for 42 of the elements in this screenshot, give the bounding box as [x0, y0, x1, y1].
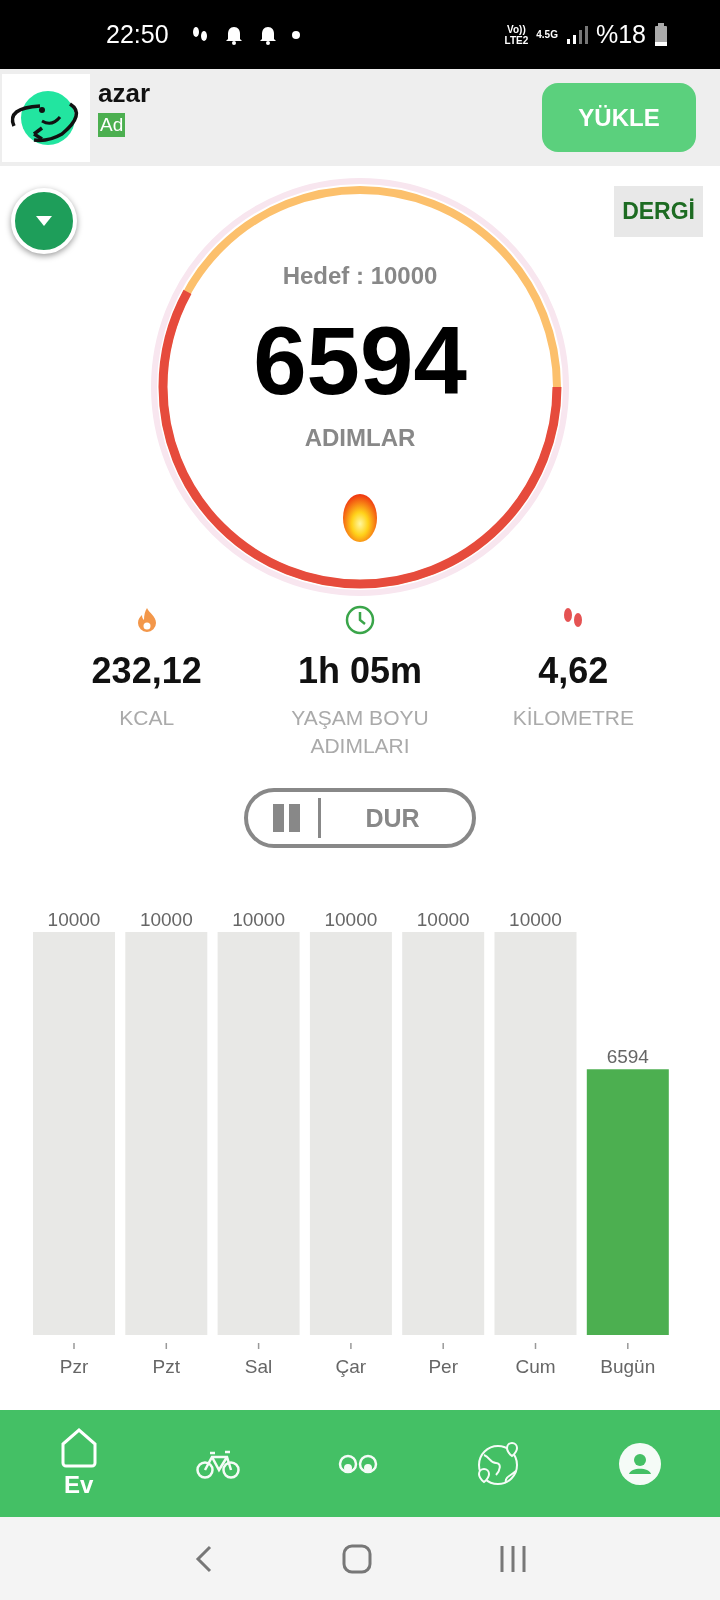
signal-icon — [565, 24, 588, 45]
stat-label: YAŞAM BOYU ADIMLARI — [290, 705, 430, 759]
steps-label: ADIMLAR — [304, 423, 416, 452]
magazine-button[interactable]: DERGİ — [614, 186, 703, 237]
day-label: Pzr — [59, 1356, 89, 1377]
clock-icon — [344, 604, 376, 636]
bar-value: 10000 — [232, 910, 285, 930]
day-label: Cum — [515, 1356, 556, 1377]
profile-icon — [619, 1442, 662, 1485]
lte-label: LTE2 — [504, 34, 529, 46]
ad-label: Ad — [98, 113, 126, 137]
clock: 22:50 — [106, 20, 169, 49]
volte-label: Vo)) — [507, 23, 526, 35]
day-label: Per — [428, 1356, 458, 1377]
home-button-icon[interactable] — [341, 1542, 373, 1575]
bar-value: 10000 — [139, 910, 193, 930]
day-label: Sal — [244, 1356, 273, 1377]
dot-icon — [290, 29, 301, 40]
stat-label: KCAL — [118, 705, 176, 731]
pause-icon — [272, 803, 302, 833]
goal-label: Hedef : 10000 — [282, 262, 438, 290]
pause-stop-button[interactable]: DUR — [244, 788, 476, 848]
day-label: Çar — [335, 1356, 367, 1377]
network-label: 4.5G — [536, 29, 558, 40]
day-label: Bugün — [600, 1356, 656, 1377]
bar-value: 6594 — [606, 1046, 649, 1068]
battery-percent: %18 — [595, 20, 646, 49]
install-button[interactable]: YÜKLE — [542, 83, 696, 152]
caret-icon — [34, 215, 54, 227]
bar-value: 10000 — [509, 910, 562, 930]
day-label: Pzt — [152, 1356, 181, 1377]
bar-value: 10000 — [324, 910, 378, 930]
stat-value: 232,12 — [91, 650, 202, 692]
bar-value: 10000 — [416, 910, 470, 930]
step-count: 6594 — [253, 308, 467, 414]
nav-tab[interactable]: Ev — [54, 1424, 103, 1503]
stat-value: 4,62 — [538, 650, 609, 692]
battery-icon — [654, 22, 668, 47]
stat-label: KİLOMETRE — [511, 705, 635, 731]
app-name: azar — [98, 78, 151, 109]
stat-value: 1h 05m — [297, 650, 422, 692]
bar-value: 10000 — [47, 910, 101, 930]
